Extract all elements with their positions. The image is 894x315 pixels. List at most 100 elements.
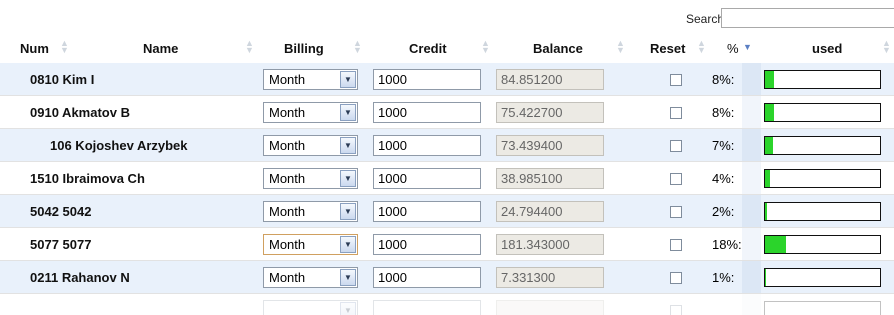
reset-checkbox[interactable] [670, 206, 682, 218]
used-percent: 8%: [712, 105, 735, 120]
chevron-down-icon[interactable]: ▼ [340, 236, 356, 253]
balance-field [496, 102, 604, 123]
row-name: 106 Kojoshev Arzybek [50, 138, 188, 153]
billing-select[interactable]: Month ▼ [263, 234, 358, 255]
sort-icon[interactable]: ▲ ▼ [245, 39, 254, 55]
sort-icon[interactable]: ▲ ▼ [882, 39, 891, 55]
reset-checkbox[interactable] [670, 272, 682, 284]
search-input[interactable] [721, 8, 894, 28]
billing-select-value: Month [269, 171, 306, 186]
table-row: 0910 Akmatov B Month ▼ 8%: [0, 96, 894, 129]
reset-checkbox[interactable] [670, 140, 682, 152]
usage-bar [764, 136, 881, 155]
reset-checkbox[interactable] [670, 107, 682, 119]
credit-input[interactable] [373, 135, 481, 156]
billing-select-value: Month [269, 72, 306, 87]
balance-field [496, 234, 604, 255]
column-header-credit[interactable]: Credit [409, 41, 447, 59]
billing-select-value: Month [269, 270, 306, 285]
usage-bar [764, 169, 881, 188]
billing-select[interactable]: Month ▼ [263, 168, 358, 189]
column-header-billing[interactable]: Billing [284, 41, 324, 59]
sorted-column-highlight [742, 195, 761, 227]
reset-checkbox[interactable] [670, 74, 682, 86]
used-percent: 7%: [712, 138, 735, 153]
billing-select[interactable]: Month ▼ [263, 267, 358, 288]
chevron-down-icon[interactable]: ▼ [340, 71, 356, 88]
sorted-column-highlight [742, 63, 761, 95]
billing-select-value: Month [269, 105, 306, 120]
chevron-down-icon[interactable]: ▼ [340, 170, 356, 187]
row-name: 1510 Ibraimova Ch [30, 171, 145, 186]
usage-bar-fill [765, 137, 774, 154]
table-row: 1510 Ibraimova Ch Month ▼ 4%: [0, 162, 894, 195]
credit-input[interactable] [373, 201, 481, 222]
used-percent: 1%: [712, 270, 735, 285]
chevron-down-icon[interactable]: ▼ [340, 302, 356, 315]
table-row: 5077 5077 Month ▼ 18%: [0, 228, 894, 261]
billing-select-value: Month [269, 237, 306, 252]
chevron-down-icon[interactable]: ▼ [340, 203, 356, 220]
row-name: 5077 5077 [30, 237, 92, 252]
chevron-down-icon[interactable]: ▼ [340, 137, 356, 154]
usage-bar [764, 70, 881, 89]
table-header: Num ▲ ▼ Name ▲ ▼ Billing ▲ ▼ Credit ▲ ▼ Bala… [0, 37, 894, 64]
usage-bar-fill [765, 104, 775, 121]
column-header-used[interactable]: used [812, 41, 842, 59]
usage-bar-fill [765, 170, 770, 187]
balance-field [496, 267, 604, 288]
credit-input[interactable] [373, 300, 481, 315]
billing-select[interactable]: Month ▼ [263, 69, 358, 90]
table-row: 106 Kojoshev Arzybek Month ▼ 7%: [0, 129, 894, 162]
column-header-num[interactable]: Num [20, 41, 49, 59]
table-row: 0211 Rahanov N Month ▼ 1%: [0, 261, 894, 294]
credit-input[interactable] [373, 267, 481, 288]
sorted-column-highlight [742, 228, 761, 260]
sort-icon[interactable]: ▲ ▼ [481, 39, 490, 55]
usage-bar-fill [765, 203, 768, 220]
chevron-down-icon[interactable]: ▼ [340, 269, 356, 286]
column-header-pct[interactable]: % [727, 41, 739, 59]
usage-bar [764, 202, 881, 221]
chevron-down-icon[interactable]: ▼ [340, 104, 356, 121]
table-body: 0810 Kim I Month ▼ 8%: 0910 Akmatov B Mo… [0, 63, 894, 315]
sorted-column-highlight [742, 294, 761, 315]
balance-field [496, 201, 604, 222]
billing-select-value: Month [269, 204, 306, 219]
billing-select[interactable]: Month ▼ [263, 102, 358, 123]
column-header-balance[interactable]: Balance [533, 41, 583, 59]
sort-icon[interactable]: ▲ ▼ [616, 39, 625, 55]
used-percent: 8%: [712, 72, 735, 87]
credit-input[interactable] [373, 102, 481, 123]
column-header-name[interactable]: Name [143, 41, 178, 59]
usage-bar [764, 301, 881, 315]
row-name: 0211 Rahanov N [30, 270, 130, 285]
billing-select[interactable]: ▼ [263, 300, 358, 315]
table-row: 5042 5042 Month ▼ 2%: [0, 195, 894, 228]
balance-field [496, 69, 604, 90]
sorted-column-highlight [742, 261, 761, 293]
billing-select[interactable]: Month ▼ [263, 135, 358, 156]
reset-checkbox[interactable] [670, 239, 682, 251]
row-name: 5042 5042 [30, 204, 92, 219]
sort-icon[interactable]: ▲ ▼ [697, 39, 706, 55]
table-row: 0810 Kim I Month ▼ 8%: [0, 63, 894, 96]
table-row-partial: ▼ [0, 294, 894, 315]
credit-input[interactable] [373, 69, 481, 90]
sort-descending-icon[interactable]: ▼ [743, 42, 752, 52]
balance-field [496, 135, 604, 156]
usage-bar [764, 235, 881, 254]
column-header-reset[interactable]: Reset [650, 41, 685, 59]
reset-checkbox[interactable] [670, 305, 682, 315]
credit-input[interactable] [373, 234, 481, 255]
usage-bar [764, 268, 881, 287]
credit-input[interactable] [373, 168, 481, 189]
sort-icon[interactable]: ▲ ▼ [353, 39, 362, 55]
row-name: 0810 Kim I [30, 72, 95, 87]
reset-checkbox[interactable] [670, 173, 682, 185]
used-percent: 2%: [712, 204, 735, 219]
search-bar: Search: [0, 7, 894, 31]
sorted-column-highlight [742, 96, 761, 128]
sort-icon[interactable]: ▲ ▼ [60, 39, 69, 55]
billing-select[interactable]: Month ▼ [263, 201, 358, 222]
